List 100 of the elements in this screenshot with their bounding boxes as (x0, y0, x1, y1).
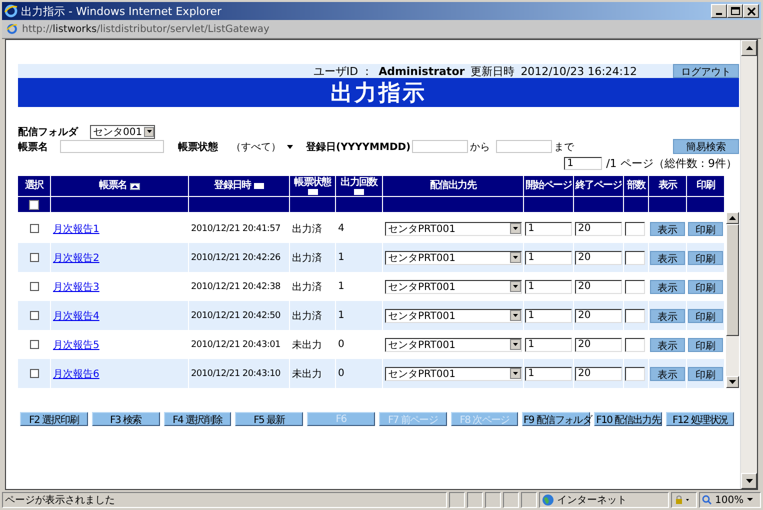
column-header[interactable]: 選択 (18, 176, 50, 196)
close-button[interactable] (743, 4, 759, 18)
printer-select[interactable]: センタPRT001 (385, 338, 522, 352)
dropdown-icon[interactable] (746, 498, 753, 502)
function-key-button[interactable]: F12 処理状況 (666, 412, 734, 426)
date-cell-text: 2010/12/21 20:41:57 (190, 224, 280, 234)
function-key-button[interactable]: F3 検索 (92, 412, 160, 426)
folder-select[interactable]: センタ001 (90, 124, 156, 138)
column-header[interactable]: 終了ページ (573, 176, 623, 196)
view-button[interactable]: 表示 (650, 222, 685, 236)
scroll-up-icon[interactable] (729, 216, 736, 220)
name-field[interactable] (60, 140, 164, 153)
column-header[interactable]: 登録日時 (188, 176, 289, 196)
view-button[interactable]: 表示 (650, 280, 685, 294)
table-header-cell (335, 196, 382, 212)
copies-field[interactable] (625, 280, 645, 294)
date-from-field[interactable] (412, 140, 468, 153)
report-link[interactable]: 月次報告3 (51, 280, 100, 294)
print-button[interactable]: 印刷 (688, 250, 723, 264)
view-button[interactable]: 表示 (650, 366, 685, 380)
scroll-down-icon[interactable] (746, 479, 752, 483)
start-page-field[interactable]: 1 (525, 222, 572, 236)
start-page-field[interactable]: 1 (525, 308, 572, 322)
printer-select[interactable]: センタPRT001 (385, 308, 522, 322)
dropdown-icon (513, 285, 518, 288)
start-page-field[interactable]: 1 (525, 338, 572, 352)
row-checkbox[interactable] (30, 311, 38, 320)
column-header[interactable]: 印刷 (686, 176, 724, 196)
copies-field[interactable] (625, 308, 645, 322)
sort-icon[interactable] (254, 183, 264, 189)
column-header[interactable]: 表示 (648, 176, 686, 196)
status-pane (485, 492, 501, 508)
row-checkbox[interactable] (30, 369, 38, 378)
printer-select[interactable]: センタPRT001 (385, 222, 522, 236)
start-page-field[interactable]: 1 (525, 366, 572, 380)
report-link[interactable]: 月次報告5 (51, 338, 100, 352)
page-field[interactable]: 1 (564, 156, 602, 170)
copies-field[interactable] (625, 366, 645, 380)
column-header[interactable]: 開始ページ (523, 176, 573, 196)
count-cell-text: 1 (337, 310, 344, 321)
date-to-field[interactable] (496, 140, 552, 153)
sort-icon[interactable] (308, 188, 318, 194)
quick-search-button[interactable]: 簡易検索 (673, 139, 739, 154)
maximize-button[interactable] (727, 4, 743, 18)
function-key-button[interactable]: F5 最新 (235, 412, 304, 426)
end-page-field[interactable]: 20 (575, 250, 622, 264)
function-key-button[interactable]: F9 配信フォルダ (522, 412, 590, 426)
view-button[interactable]: 表示 (650, 250, 685, 264)
column-header[interactable]: 帳票名 (50, 176, 188, 196)
scroll-down-icon[interactable] (729, 380, 736, 384)
row-checkbox[interactable] (30, 340, 38, 349)
start-page-field[interactable]: 1 (525, 250, 572, 264)
select-all-checkbox[interactable] (29, 200, 39, 210)
print-button[interactable]: 印刷 (688, 280, 723, 294)
print-button[interactable]: 印刷 (688, 366, 723, 380)
row-checkbox[interactable] (30, 253, 38, 262)
table-scrollbar[interactable] (726, 212, 739, 388)
status-select[interactable]: （すべて） (228, 140, 296, 154)
printer-select[interactable]: センタPRT001 (385, 280, 522, 294)
end-page-field[interactable]: 20 (575, 338, 622, 352)
end-page-field[interactable]: 20 (575, 222, 622, 236)
date-cell-text: 2010/12/21 20:42:50 (190, 310, 280, 320)
sort-ascending-icon[interactable] (130, 182, 140, 190)
report-link[interactable]: 月次報告1 (51, 222, 100, 236)
column-header[interactable]: 出力回数 (335, 176, 382, 196)
print-button[interactable]: 印刷 (688, 308, 723, 322)
view-button[interactable]: 表示 (650, 338, 685, 352)
start-page-field[interactable]: 1 (525, 280, 572, 294)
end-page-field[interactable]: 20 (575, 280, 622, 294)
printer-select[interactable]: センタPRT001 (385, 250, 522, 264)
column-header[interactable]: 部数 (623, 176, 648, 196)
print-button[interactable]: 印刷 (688, 222, 723, 236)
date-cell-text: 2010/12/21 20:43:01 (190, 340, 280, 350)
maximize-icon[interactable] (730, 6, 740, 16)
copies-field[interactable] (625, 250, 645, 264)
end-page-field[interactable]: 20 (575, 308, 622, 322)
printer-select[interactable]: センタPRT001 (385, 366, 522, 380)
column-header[interactable]: 配信出力先 (382, 176, 523, 196)
status-message: ページが表示されました (5, 494, 115, 507)
row-checkbox[interactable] (30, 224, 38, 233)
column-header[interactable]: 帳票状態 (289, 176, 335, 196)
function-key-button[interactable]: F10 配信出力先 (594, 412, 662, 426)
report-link[interactable]: 月次報告6 (51, 366, 100, 380)
report-link[interactable]: 月次報告2 (51, 250, 100, 264)
view-button[interactable]: 表示 (650, 308, 685, 322)
report-link[interactable]: 月次報告4 (51, 308, 100, 322)
copies-field[interactable] (625, 222, 645, 236)
page-scrollbar[interactable] (740, 40, 757, 489)
close-icon[interactable] (746, 6, 756, 16)
logout-button[interactable]: ログアウト (673, 64, 739, 78)
row-checkbox[interactable] (30, 282, 38, 291)
function-key-button[interactable]: F4 選択削除 (164, 412, 232, 426)
end-page-field[interactable]: 20 (575, 366, 622, 380)
page-title: 出力指示 (330, 80, 426, 108)
function-key-button[interactable]: F2 選択印刷 (20, 412, 88, 426)
sort-icon[interactable] (354, 188, 364, 194)
scroll-up-icon[interactable] (746, 46, 752, 50)
minimize-button[interactable] (711, 4, 727, 18)
print-button[interactable]: 印刷 (688, 338, 723, 352)
copies-field[interactable] (625, 338, 645, 352)
